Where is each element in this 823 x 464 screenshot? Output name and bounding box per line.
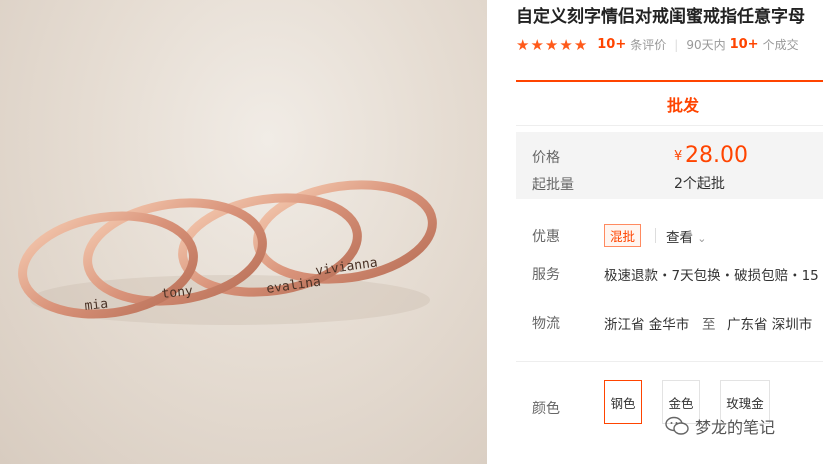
- sales-count: 10+: [729, 37, 759, 52]
- color-option-label: 玫瑰金: [726, 395, 764, 411]
- star-icon: ★: [573, 35, 588, 54]
- star-icon: ★: [530, 35, 544, 54]
- star-icon: ★: [544, 35, 559, 54]
- ship-to-word: 至: [702, 317, 716, 333]
- mixed-wholesale-badge[interactable]: 混批: [604, 224, 642, 247]
- service-label: 服务: [532, 267, 560, 283]
- engraving-mia: mia: [84, 297, 109, 314]
- view-more-link[interactable]: 查看 ⌄: [666, 226, 707, 246]
- review-count[interactable]: 10+: [597, 37, 626, 52]
- tab-wholesale[interactable]: 批发: [667, 92, 699, 116]
- chevron-down-icon: ⌄: [697, 232, 707, 245]
- purchase-mode-tabs: 批发: [516, 80, 823, 126]
- star-icon: ★: [516, 35, 530, 54]
- color-label: 颜色: [532, 401, 560, 417]
- star-rating: ★ ★ ★ ★ ★: [516, 37, 587, 53]
- price-label: 价格: [532, 150, 560, 166]
- divider: [655, 228, 656, 243]
- color-option-label: 金色: [668, 395, 694, 411]
- color-option-steel[interactable]: 钢色: [604, 380, 642, 424]
- logistics-label: 物流: [532, 316, 560, 332]
- price-value: 28.00: [685, 143, 748, 168]
- price-box: 价格 ¥ 28.00 起批量 2个起批: [516, 132, 823, 199]
- view-more-label: 查看: [666, 230, 693, 246]
- watermark-text: 梦龙的笔记: [695, 418, 776, 437]
- service-text[interactable]: 极速退款・7天包换・破损包赔・15: [604, 264, 819, 284]
- moq-value: 2个起批: [674, 176, 725, 192]
- currency-symbol: ¥: [674, 149, 683, 164]
- rating-row: ★ ★ ★ ★ ★ 10+ 条评价 | 90天内 10+ 个成交: [516, 36, 799, 53]
- product-title: 自定义刻字情侣对戒闺蜜戒指任意字母: [516, 7, 805, 27]
- ship-destination[interactable]: 广东省 深圳市: [727, 313, 812, 333]
- product-photo[interactable]: mia tony evalina vivianna: [0, 0, 487, 464]
- product-info-panel: 自定义刻字情侣对戒闺蜜戒指任意字母 ★ ★ ★ ★ ★ 10+ 条评价 | 90…: [516, 0, 823, 464]
- sales-suffix: 个成交: [762, 38, 799, 52]
- divider: [516, 361, 823, 362]
- color-option-label: 钢色: [610, 395, 636, 411]
- star-icon: ★: [559, 35, 573, 54]
- sales-prefix: 90天内: [686, 38, 726, 52]
- review-label[interactable]: 条评价: [630, 36, 666, 53]
- watermark: 梦龙的笔记: [665, 414, 775, 438]
- wechat-icon: [665, 416, 689, 435]
- rings-illustration: mia tony evalina vivianna: [18, 180, 437, 325]
- divider: |: [674, 37, 679, 52]
- promo-label: 优惠: [532, 229, 560, 245]
- moq-label: 起批量: [532, 177, 574, 193]
- ship-from: 浙江省 金华市: [604, 317, 690, 333]
